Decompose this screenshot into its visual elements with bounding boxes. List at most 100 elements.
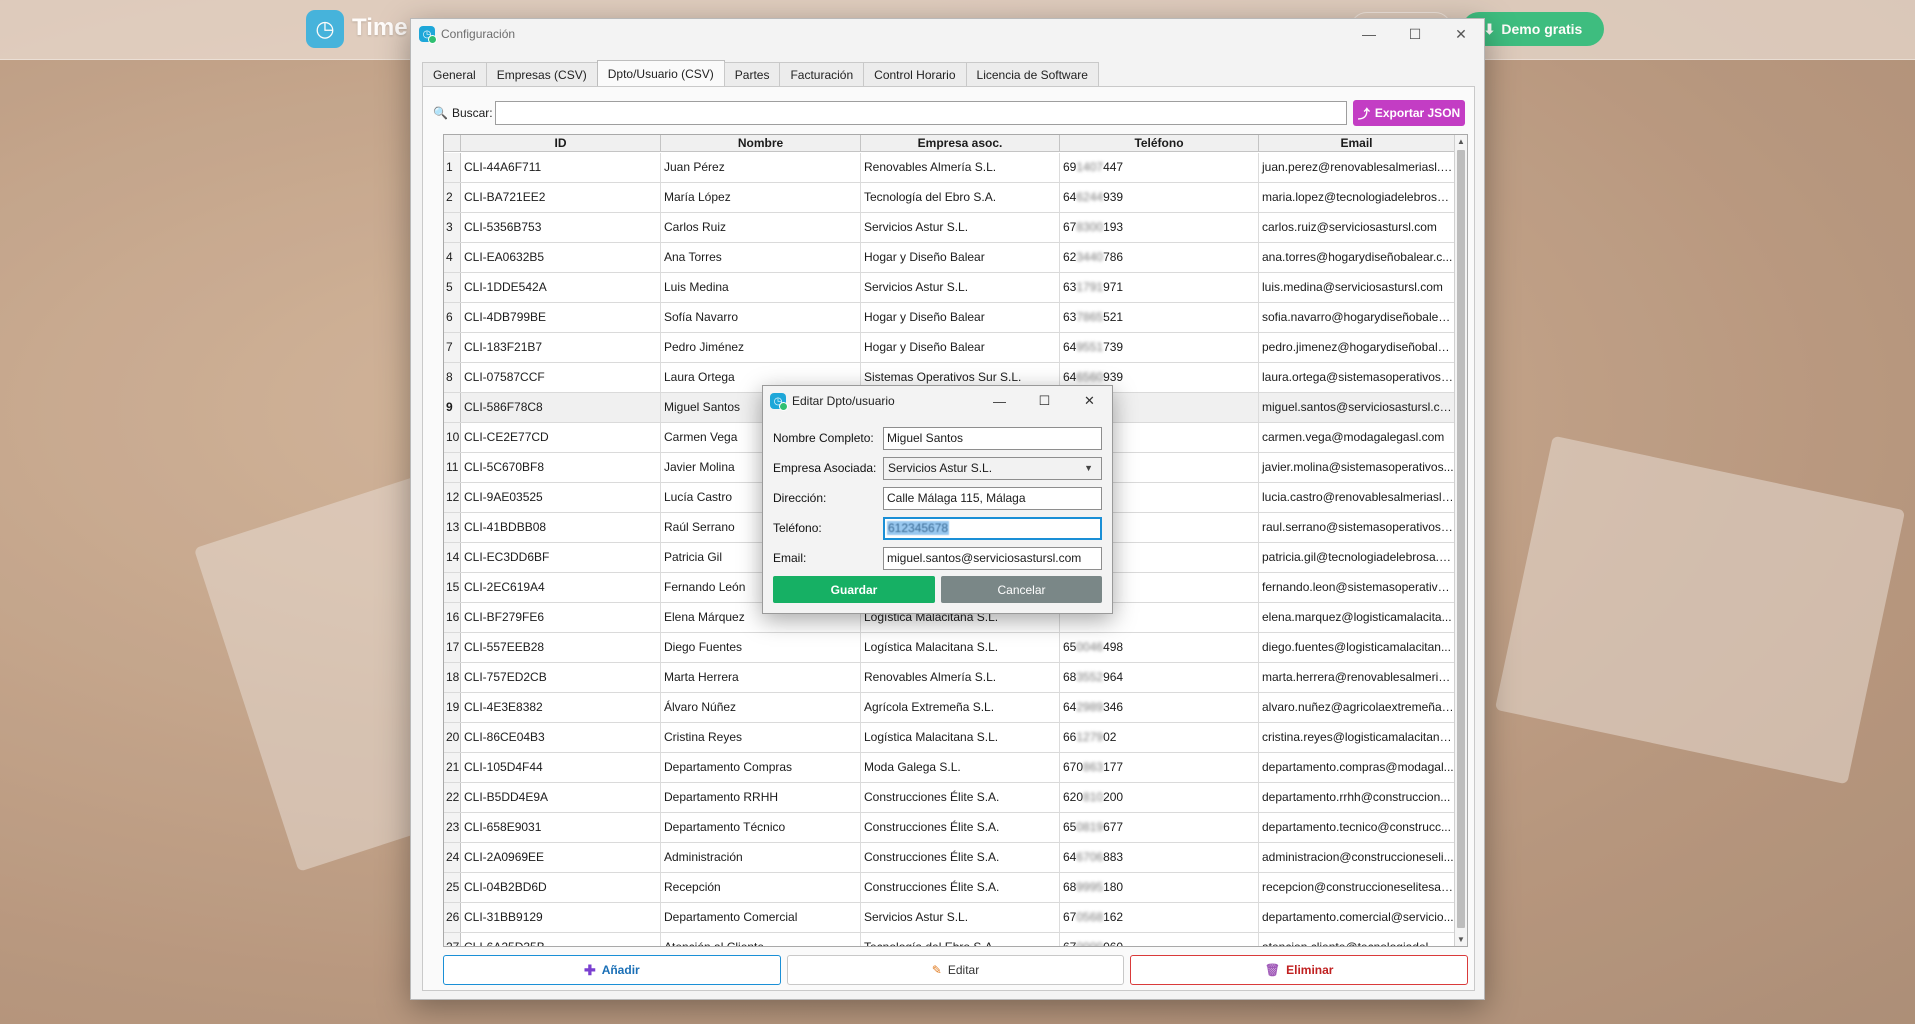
table-row[interactable]: 4 CLI-EA0632B5 Ana Torres Hogar y Diseño Ba… [444, 243, 1455, 273]
cell-empresa[interactable]: Hogar y Diseño Balear [861, 303, 1060, 332]
cell-email[interactable]: laura.ortega@sistemasoperativoss... [1259, 363, 1455, 392]
dialog-maximize-icon[interactable]: ☐ [1022, 386, 1067, 416]
table-row[interactable]: 23 CLI-658E9031 Departamento Técnico Constr… [444, 813, 1455, 843]
cell-id[interactable]: CLI-04B2BD6D [461, 873, 661, 902]
row-number[interactable]: 14 [444, 543, 461, 572]
cell-empresa[interactable]: Logística Malacitana S.L. [861, 723, 1060, 752]
table-row[interactable]: 18 CLI-757ED2CB Marta Herrera Renovables Al… [444, 663, 1455, 693]
cell-email[interactable]: sofia.navarro@hogarydiseñobalea... [1259, 303, 1455, 332]
cell-email[interactable]: fernando.leon@sistemasoperativo... [1259, 573, 1455, 602]
table-row[interactable]: 2 CLI-BA721EE2 María López Tecnología del E… [444, 183, 1455, 213]
cell-telefono[interactable]: 650819677 [1060, 813, 1259, 842]
cell-id[interactable]: CLI-07587CCF [461, 363, 661, 392]
cell-telefono[interactable]: 649551739 [1060, 333, 1259, 362]
row-number[interactable]: 23 [444, 813, 461, 842]
direccion-field[interactable]: Calle Málaga 115, Málaga [883, 486, 1102, 510]
cell-id[interactable]: CLI-105D4F44 [461, 753, 661, 782]
cell-empresa[interactable]: Renovables Almería S.L. [861, 153, 1060, 182]
cell-email[interactable]: pedro.jimenez@hogarydiseñobale... [1259, 333, 1455, 362]
table-row[interactable]: 7 CLI-183F21B7 Pedro Jiménez Hogar y Diseño… [444, 333, 1455, 363]
cell-nombre[interactable]: Departamento Técnico [661, 813, 861, 842]
cell-empresa[interactable]: Renovables Almería S.L. [861, 663, 1060, 692]
column-header-empresa[interactable]: Empresa asoc. [861, 135, 1060, 152]
cell-email[interactable]: patricia.gil@tecnologiadelebrosa.c... [1259, 543, 1455, 572]
nombre-field[interactable]: Miguel Santos [883, 426, 1102, 450]
table-row[interactable]: 19 CLI-4E3E8382 Álvaro Núñez Agrícola Extre… [444, 693, 1455, 723]
table-row[interactable]: 1 CLI-44A6F711 Juan Pérez Renovables Almerí… [444, 153, 1455, 183]
cell-telefono[interactable]: 646244939 [1060, 183, 1259, 212]
cell-id[interactable]: CLI-5C670BF8 [461, 453, 661, 482]
cell-email[interactable]: atencion.cliente@tecnologiadel... [1259, 933, 1455, 946]
cell-telefono[interactable]: 646706883 [1060, 843, 1259, 872]
cell-id[interactable]: CLI-557EEB28 [461, 633, 661, 662]
cell-empresa[interactable]: Tecnología del Ebro S.A. [861, 183, 1060, 212]
cell-email[interactable]: lucia.castro@renovablesalmeriasl.... [1259, 483, 1455, 512]
table-row[interactable]: 5 CLI-1DDE542A Luis Medina Servicios Astur … [444, 273, 1455, 303]
cell-email[interactable]: carlos.ruiz@serviciosastursl.com [1259, 213, 1455, 242]
table-row[interactable]: 26 CLI-31BB9129 Departamento Comercial Serv… [444, 903, 1455, 933]
email-field[interactable]: miguel.santos@serviciosastursl.com [883, 546, 1102, 570]
row-number[interactable]: 11 [444, 453, 461, 482]
row-number[interactable]: 19 [444, 693, 461, 722]
cell-telefono[interactable]: 650046498 [1060, 633, 1259, 662]
cell-nombre[interactable]: Atención al Cliente [661, 933, 861, 946]
table-scrollbar[interactable]: ▲ ▼ [1454, 135, 1467, 946]
table-row[interactable]: 27 CLI-6A25D35B Atención al Cliente Tecnolo… [444, 933, 1455, 946]
row-number[interactable]: 7 [444, 333, 461, 362]
row-number[interactable]: 2 [444, 183, 461, 212]
cell-empresa[interactable]: Logística Malacitana S.L. [861, 633, 1060, 662]
cell-empresa[interactable]: Servicios Astur S.L. [861, 213, 1060, 242]
cell-telefono[interactable]: 631791971 [1060, 273, 1259, 302]
search-input[interactable] [495, 101, 1347, 125]
dialog-minimize-icon[interactable]: — [977, 386, 1022, 416]
dialog-titlebar[interactable]: ◷ Editar Dpto/usuario — ☐ ✕ [763, 386, 1112, 416]
row-number[interactable]: 12 [444, 483, 461, 512]
cell-email[interactable]: administracion@construccioneseli... [1259, 843, 1455, 872]
cell-email[interactable]: departamento.compras@modagal... [1259, 753, 1455, 782]
tab-dpto-usuario[interactable]: Dpto/Usuario (CSV) [596, 60, 725, 87]
tab-control-horario[interactable]: Control Horario [863, 62, 967, 87]
cell-email[interactable]: recepcion@construccioneselitesa.... [1259, 873, 1455, 902]
cell-id[interactable]: CLI-757ED2CB [461, 663, 661, 692]
row-number[interactable]: 18 [444, 663, 461, 692]
row-number[interactable]: 6 [444, 303, 461, 332]
cell-empresa[interactable]: Servicios Astur S.L. [861, 273, 1060, 302]
cell-nombre[interactable]: Sofía Navarro [661, 303, 861, 332]
row-number[interactable]: 9 [444, 393, 461, 422]
cell-id[interactable]: CLI-9AE03525 [461, 483, 661, 512]
cell-nombre[interactable]: Marta Herrera [661, 663, 861, 692]
tab-licencia[interactable]: Licencia de Software [965, 62, 1099, 87]
cell-id[interactable]: CLI-EC3DD6BF [461, 543, 661, 572]
tab-partes[interactable]: Partes [723, 62, 781, 87]
empresa-select[interactable]: Servicios Astur S.L. ▼ [883, 456, 1102, 480]
scroll-thumb[interactable] [1457, 150, 1465, 928]
cell-nombre[interactable]: Departamento Comercial [661, 903, 861, 932]
tab-empresas[interactable]: Empresas (CSV) [485, 62, 598, 87]
header-corner[interactable] [444, 135, 461, 152]
save-button[interactable]: Guardar [773, 576, 935, 603]
cell-id[interactable]: CLI-658E9031 [461, 813, 661, 842]
cell-id[interactable]: CLI-44A6F711 [461, 153, 661, 182]
cell-telefono[interactable]: 670568162 [1060, 903, 1259, 932]
row-number[interactable]: 4 [444, 243, 461, 272]
export-json-button[interactable]: ⤴ Exportar JSON [1353, 100, 1465, 126]
cell-id[interactable]: CLI-31BB9129 [461, 903, 661, 932]
row-number[interactable]: 26 [444, 903, 461, 932]
row-number[interactable]: 3 [444, 213, 461, 242]
cell-nombre[interactable]: Juan Pérez [661, 153, 861, 182]
cell-email[interactable]: maria.lopez@tecnologiadelebrosa.... [1259, 183, 1455, 212]
row-number[interactable]: 25 [444, 873, 461, 902]
tab-general[interactable]: General [422, 62, 487, 87]
table-row[interactable]: 17 CLI-557EEB28 Diego Fuentes Logística Mal… [444, 633, 1455, 663]
dialog-close-icon[interactable]: ✕ [1067, 386, 1112, 416]
cell-id[interactable]: CLI-2EC619A4 [461, 573, 661, 602]
tab-facturacion[interactable]: Facturación [779, 62, 865, 87]
cell-nombre[interactable]: Departamento Compras [661, 753, 861, 782]
cell-telefono[interactable]: 620810200 [1060, 783, 1259, 812]
cell-email[interactable]: marta.herrera@renovablesalmeria... [1259, 663, 1455, 692]
row-number[interactable]: 16 [444, 603, 461, 632]
cell-telefono[interactable]: 642989346 [1060, 693, 1259, 722]
cell-telefono[interactable]: 670000060 [1060, 933, 1259, 946]
edit-button[interactable]: ✎ Editar [786, 955, 1125, 985]
cell-email[interactable]: departamento.tecnico@construcc... [1259, 813, 1455, 842]
